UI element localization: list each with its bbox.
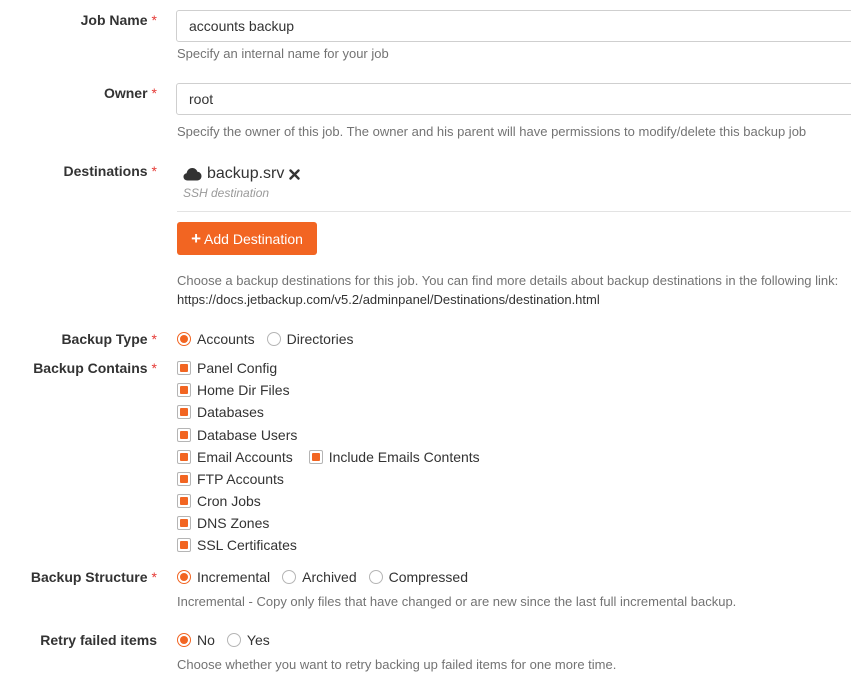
- backup-structure-label: Backup Structure *: [30, 569, 157, 585]
- radio-unselected[interactable]: [266, 332, 281, 346]
- contains-home-dir-files[interactable]: Home Dir Files: [177, 381, 302, 399]
- add-destination-label: Add Destination: [204, 230, 303, 247]
- backup-contains-label: Backup Contains *: [33, 360, 157, 376]
- backup-structure-options: Incremental Archived Compressed: [177, 568, 480, 586]
- checkbox-checked[interactable]: [177, 383, 191, 397]
- contains-ssl-certificates[interactable]: SSL Certificates: [177, 536, 309, 554]
- structure-archived[interactable]: Archived: [282, 569, 357, 585]
- contains-database-users[interactable]: Database Users: [177, 426, 309, 444]
- checkbox-checked[interactable]: [177, 494, 191, 508]
- contains-panel-config[interactable]: Panel Config: [177, 359, 289, 377]
- required-mark: *: [151, 12, 157, 28]
- destination-type: SSH destination: [183, 186, 270, 200]
- required-mark: *: [151, 331, 157, 347]
- backup-type-accounts[interactable]: Accounts: [177, 331, 255, 347]
- backup-type-options: Accounts Directories: [177, 330, 366, 348]
- checkbox-checked[interactable]: [177, 428, 191, 442]
- radio-selected[interactable]: [177, 570, 191, 584]
- backup-type-label: Backup Type *: [61, 331, 157, 347]
- checkbox-checked[interactable]: [177, 516, 191, 530]
- job-name-label: Job Name *: [80, 12, 157, 28]
- cloud-icon: [183, 167, 202, 181]
- contains-ftp-accounts[interactable]: FTP Accounts: [177, 470, 296, 488]
- divider: [177, 211, 851, 212]
- required-mark: *: [151, 569, 157, 585]
- retry-no[interactable]: No: [177, 632, 215, 648]
- backup-structure-help: Incremental - Copy only files that have …: [177, 594, 737, 609]
- add-destination-button[interactable]: + Add Destination: [177, 222, 317, 255]
- required-mark: *: [151, 163, 157, 179]
- retry-failed-label: Retry failed items: [40, 632, 157, 648]
- job-name-input[interactable]: [176, 10, 851, 42]
- include-emails-checkbox[interactable]: [308, 450, 323, 464]
- retry-failed-help: Choose whether you want to retry backing…: [177, 657, 617, 672]
- close-icon[interactable]: [289, 168, 301, 180]
- owner-label: Owner *: [103, 85, 157, 101]
- structure-compressed[interactable]: Compressed: [368, 569, 468, 585]
- structure-incremental[interactable]: Incremental: [177, 569, 270, 585]
- checkbox-checked[interactable]: [177, 405, 191, 419]
- checkbox-checked[interactable]: [177, 450, 191, 464]
- radio-selected[interactable]: [177, 332, 191, 346]
- radio-unselected[interactable]: [282, 570, 297, 584]
- destinations-help: Choose a backup destinations for this jo…: [177, 273, 839, 288]
- radio-selected[interactable]: [177, 633, 191, 647]
- radio-unselected[interactable]: [368, 570, 383, 584]
- checkbox-checked[interactable]: [177, 472, 191, 486]
- contains-dns-zones[interactable]: DNS Zones: [177, 514, 281, 532]
- destination-name: backup.srv: [207, 165, 285, 182]
- owner-help: Specify the owner of this job. The owner…: [177, 124, 807, 139]
- checkbox-checked[interactable]: [177, 361, 191, 375]
- destination-item: backup.srv: [183, 165, 301, 183]
- contains-email-accounts[interactable]: Email Accounts Include Emails Contents: [177, 448, 492, 466]
- required-mark: *: [151, 360, 157, 376]
- job-name-help: Specify an internal name for your job: [177, 46, 389, 61]
- radio-unselected[interactable]: [226, 633, 241, 647]
- plus-icon: +: [191, 229, 202, 248]
- include-emails-label: Include Emails Contents: [328, 449, 480, 465]
- retry-yes[interactable]: Yes: [226, 632, 270, 648]
- destinations-help-link[interactable]: https://docs.jetbackup.com/v5.2/adminpan…: [177, 290, 600, 309]
- backup-type-directories[interactable]: Directories: [266, 331, 354, 347]
- retry-failed-options: No Yes: [177, 631, 282, 649]
- destinations-label: Destinations *: [63, 163, 157, 179]
- required-mark: *: [151, 85, 157, 101]
- contains-databases[interactable]: Databases: [177, 403, 276, 421]
- contains-cron-jobs[interactable]: Cron Jobs: [177, 492, 273, 510]
- owner-input[interactable]: [176, 83, 851, 115]
- checkbox-checked[interactable]: [177, 538, 191, 552]
